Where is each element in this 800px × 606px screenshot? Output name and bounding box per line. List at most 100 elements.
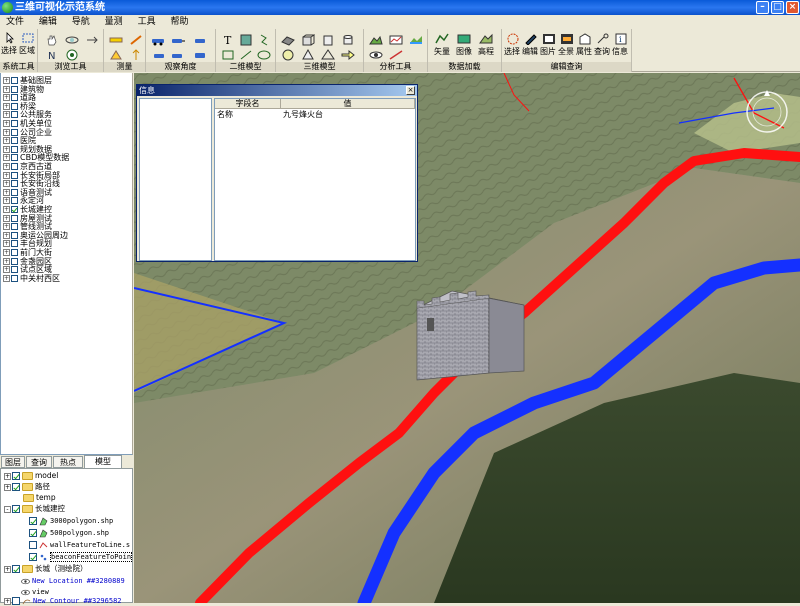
tab-hotspot[interactable]: 热点 xyxy=(53,456,83,468)
expand-icon[interactable]: + xyxy=(3,94,10,102)
expand-icon[interactable]: + xyxy=(3,120,10,127)
elevation-button-label[interactable]: 高程 xyxy=(478,46,494,57)
expand-icon[interactable]: + xyxy=(3,102,10,110)
layer-checkbox[interactable] xyxy=(11,102,18,110)
edit-feature-label[interactable]: 编辑 xyxy=(522,46,538,57)
expand-icon[interactable]: + xyxy=(3,266,10,274)
title-bar[interactable]: 三维可视化示范系统 – □ × xyxy=(0,0,800,15)
tab-query[interactable]: 查询 xyxy=(26,456,52,468)
collapse-icon[interactable]: - xyxy=(4,505,11,513)
image-tool-icon[interactable] xyxy=(238,33,252,46)
polyline-tool-icon[interactable] xyxy=(256,33,270,46)
info-feature-list[interactable] xyxy=(139,98,212,261)
pyramid-model-icon[interactable] xyxy=(320,48,335,60)
layer-checkbox[interactable] xyxy=(29,541,37,549)
image-load-icon[interactable] xyxy=(456,32,471,44)
layer-checkbox[interactable] xyxy=(29,529,37,537)
terrain-analysis-icon[interactable] xyxy=(368,33,383,45)
menu-navigate[interactable]: 导航 xyxy=(66,15,96,29)
contour-row[interactable]: + New Contour ##3296582 xyxy=(4,596,122,606)
layer-checkbox[interactable] xyxy=(11,240,18,248)
edit-feature-icon[interactable] xyxy=(523,32,537,45)
layer-checkbox[interactable] xyxy=(29,517,37,525)
cylinder-model-icon[interactable] xyxy=(340,33,354,45)
expand-icon[interactable]: + xyxy=(3,274,10,282)
select-button-label[interactable]: 选择 xyxy=(1,45,17,56)
model-load-icon[interactable] xyxy=(280,33,295,46)
profile-analysis-icon[interactable] xyxy=(388,33,403,45)
expand-icon[interactable]: + xyxy=(4,597,11,605)
expand-icon[interactable]: + xyxy=(3,240,10,248)
image-button-label[interactable]: 图像 xyxy=(456,46,472,57)
menu-edit[interactable]: 编辑 xyxy=(33,15,63,29)
expand-icon[interactable]: + xyxy=(3,111,10,119)
layer-checkbox[interactable] xyxy=(11,274,18,282)
car-forward-icon[interactable] xyxy=(170,33,185,45)
shp-layer-row[interactable]: 3000polygon.shp xyxy=(29,516,113,526)
expand-icon[interactable]: + xyxy=(3,137,10,145)
minimize-button[interactable]: – xyxy=(756,1,769,14)
cone-model-icon[interactable] xyxy=(300,48,314,60)
layer-checkbox[interactable] xyxy=(11,188,18,196)
expand-icon[interactable]: + xyxy=(4,483,11,491)
info-icon[interactable]: i xyxy=(613,32,627,45)
info-dialog-close-button[interactable]: × xyxy=(406,86,415,95)
picture-icon[interactable] xyxy=(541,32,555,44)
expand-icon[interactable]: + xyxy=(3,145,10,153)
tab-model[interactable]: 模型 xyxy=(84,455,122,468)
model-tree-panel[interactable]: + model + 路径 temp - 长城建控 3000polygon.shp 50… xyxy=(0,468,133,606)
shp-layer-row[interactable]: 500polygon.shp xyxy=(29,528,109,538)
box-model-icon[interactable] xyxy=(300,33,315,46)
north-icon[interactable]: N xyxy=(44,48,58,61)
vector-button-label[interactable]: 矢量 xyxy=(434,46,450,57)
layer-checkbox[interactable] xyxy=(11,137,18,145)
layer-checkbox[interactable] xyxy=(12,565,20,573)
orbit-icon[interactable] xyxy=(64,33,79,45)
layer-checkbox[interactable] xyxy=(11,154,18,162)
info-attribute-grid[interactable]: 字段名 值 名称 九号烽火台 xyxy=(214,98,416,261)
location-row[interactable]: New Location ##3280889 xyxy=(21,576,125,586)
layer-checkbox[interactable] xyxy=(11,171,18,179)
layer-checkbox[interactable] xyxy=(12,597,20,605)
attribute-label[interactable]: 属性 xyxy=(576,46,592,57)
expand-icon[interactable]: + xyxy=(3,231,10,239)
shp-layer-row[interactable]: wallFeatureToLine.s xyxy=(29,540,130,550)
car-back-icon[interactable] xyxy=(170,48,184,60)
info-dialog[interactable]: 信息 × 字段名 值 名称 九号烽火台 xyxy=(136,84,418,262)
column-header-field[interactable]: 字段名 xyxy=(215,99,281,109)
temp-folder-row[interactable]: temp xyxy=(23,493,56,503)
layer-checkbox[interactable] xyxy=(11,163,18,170)
layer-checkbox[interactable] xyxy=(11,223,18,231)
car-view-icon[interactable] xyxy=(150,33,164,46)
picture-label[interactable]: 图片 xyxy=(540,46,556,57)
layer-checkbox[interactable] xyxy=(11,197,18,205)
layer-checkbox[interactable] xyxy=(11,249,18,256)
layer-checkbox[interactable] xyxy=(11,266,18,274)
car-top-icon[interactable] xyxy=(192,48,206,60)
layer-tree-item[interactable]: + 中关村西区 xyxy=(3,274,60,283)
select-arrow-icon[interactable] xyxy=(2,31,16,44)
expand-icon[interactable]: + xyxy=(3,197,10,205)
expand-icon[interactable]: + xyxy=(4,565,11,573)
maximize-button[interactable]: □ xyxy=(771,1,784,14)
attribute-icon[interactable] xyxy=(577,32,591,45)
layer-tree-panel[interactable]: + 基础图层 + 建筑物 + 道路 + 桥梁 + 公共服务 + 机关单位 + 公司企业 + 医院 + 规划数据 + C… xyxy=(0,73,133,455)
layer-checkbox[interactable] xyxy=(11,85,18,93)
shp-layer-row[interactable]: beaconFeatureToPoin xyxy=(29,552,133,562)
expand-icon[interactable]: + xyxy=(4,472,11,480)
prism-model-icon[interactable] xyxy=(320,33,334,46)
line-tool-icon[interactable] xyxy=(238,48,252,60)
car-rotate-icon[interactable] xyxy=(192,33,206,45)
menu-measure[interactable]: 量测 xyxy=(99,15,129,29)
expand-icon[interactable]: + xyxy=(3,206,10,213)
layer-checkbox[interactable] xyxy=(11,77,18,84)
panorama-icon[interactable] xyxy=(559,32,573,44)
expand-icon[interactable]: + xyxy=(3,85,10,93)
layer-checkbox[interactable] xyxy=(11,120,18,127)
select-feature-icon[interactable] xyxy=(505,32,519,45)
region-select-icon[interactable] xyxy=(20,31,34,43)
visibility-analysis-icon[interactable] xyxy=(368,48,383,60)
arrow-model-icon[interactable] xyxy=(340,48,355,61)
expand-icon[interactable]: + xyxy=(3,249,10,256)
measure-height-icon[interactable] xyxy=(128,48,142,60)
